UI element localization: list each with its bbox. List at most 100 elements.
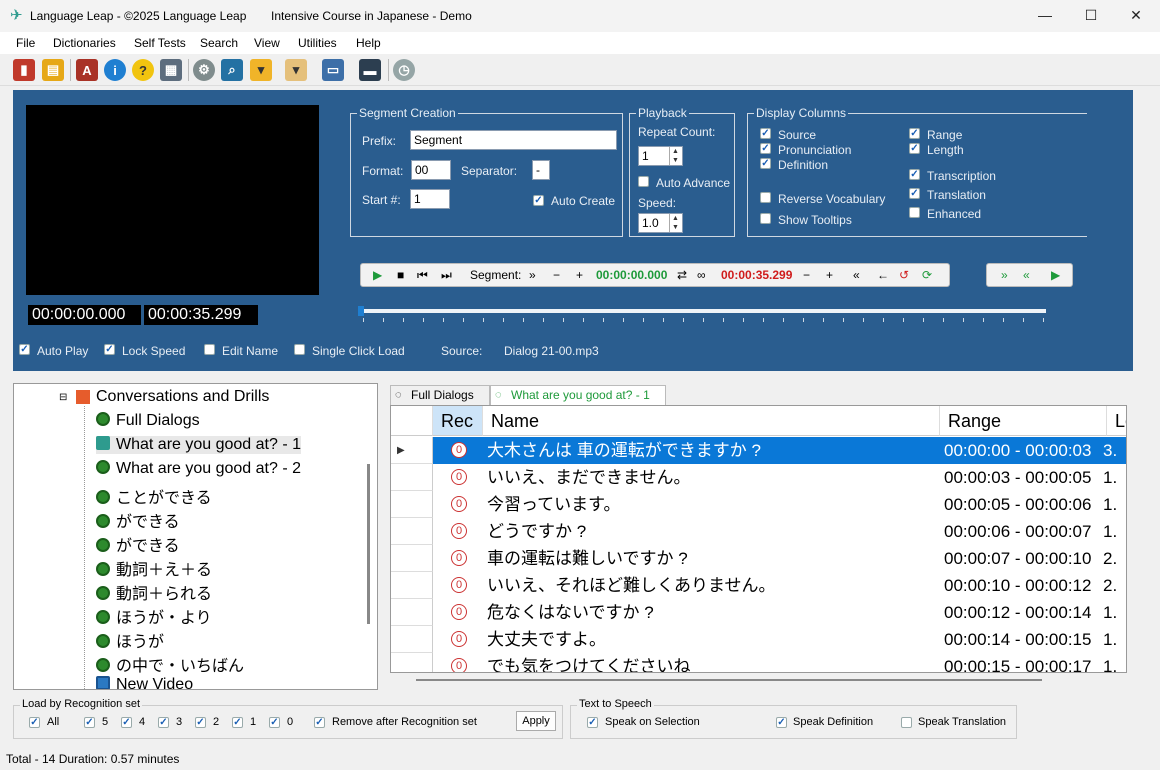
- tree-item[interactable]: ことができる: [96, 484, 212, 508]
- recognition-level-checkbox[interactable]: ✓: [84, 717, 95, 728]
- table-row[interactable]: 0 車の運転は難しいですか ? 00:00:07 - 00:00:10 2.: [391, 545, 1126, 572]
- close-button[interactable]: ✕: [1113, 0, 1159, 30]
- start-number-input[interactable]: 1: [410, 189, 450, 209]
- enhanced-checkbox[interactable]: [909, 207, 920, 218]
- grid-horizontal-scrollbar[interactable]: [416, 679, 1042, 681]
- reverse-vocabulary-checkbox[interactable]: [760, 192, 771, 203]
- search-window-icon[interactable]: ⌕: [221, 59, 243, 81]
- table-row[interactable]: 0 いいえ、それほど難しくありません。 00:00:10 - 00:00:12 2.: [391, 572, 1126, 599]
- screen-icon[interactable]: ▬: [359, 59, 381, 81]
- segment-end-minus-icon[interactable]: −: [803, 268, 810, 282]
- recognition-level-checkbox[interactable]: ✓: [232, 717, 243, 728]
- tree-root-conversations[interactable]: Conversations and Drills: [96, 388, 269, 406]
- row-selector[interactable]: [391, 626, 433, 653]
- table-row[interactable]: 0 今習っています。 00:00:05 - 00:00:06 1.: [391, 491, 1126, 518]
- definition-checkbox[interactable]: ✓: [760, 158, 771, 169]
- speak-definition-checkbox[interactable]: ✓: [776, 717, 787, 728]
- maximize-button[interactable]: ☐: [1068, 0, 1114, 30]
- tree-item[interactable]: What are you good at? - 1: [96, 436, 301, 454]
- recognition-badge[interactable]: 0: [451, 523, 467, 539]
- speed-spinner-icon[interactable]: ▲ ▼: [669, 214, 681, 232]
- table-row[interactable]: 0 でも気をつけてくださいね 00:00:15 - 00:00:17 1.: [391, 653, 1126, 672]
- tree-item[interactable]: 動詞＋られる: [96, 580, 212, 604]
- speed-stepper[interactable]: 1.0 ▲ ▼: [638, 213, 683, 233]
- source-checkbox[interactable]: ✓: [760, 128, 771, 139]
- repeat-count-spinner-icon[interactable]: ▲ ▼: [669, 147, 681, 165]
- dictionary-icon[interactable]: A: [76, 59, 98, 81]
- row-selector[interactable]: [391, 572, 433, 599]
- menu-file[interactable]: File: [16, 36, 35, 50]
- pronunciation-checkbox[interactable]: ✓: [760, 143, 771, 154]
- recognition-badge[interactable]: 0: [451, 550, 467, 566]
- tree-icon[interactable]: ▤: [42, 59, 64, 81]
- tree-item[interactable]: の中で・いちばん: [96, 652, 244, 676]
- recognition-level-checkbox[interactable]: ✓: [269, 717, 280, 728]
- rewind-icon[interactable]: «: [853, 268, 860, 282]
- recognition-badge[interactable]: 0: [451, 604, 467, 620]
- column-rec[interactable]: Rec: [433, 406, 483, 436]
- tab-full-dialogs[interactable]: Full Dialogs: [390, 385, 490, 405]
- speak-translation-checkbox[interactable]: [901, 717, 912, 728]
- minimize-button[interactable]: —: [1022, 0, 1068, 30]
- recognition-level-checkbox[interactable]: ✓: [121, 717, 132, 728]
- tree-item[interactable]: What are you good at? - 2: [96, 460, 301, 478]
- speak-selection-checkbox[interactable]: ✓: [587, 717, 598, 728]
- row-selector[interactable]: [391, 491, 433, 518]
- apply-button[interactable]: Apply: [516, 711, 556, 731]
- recognition-badge[interactable]: 0: [451, 496, 467, 512]
- recognition-badge[interactable]: 0: [451, 469, 467, 485]
- segment-end-plus-icon[interactable]: +: [826, 268, 833, 282]
- single-click-load-checkbox[interactable]: [294, 344, 305, 355]
- position-slider[interactable]: [361, 309, 1046, 313]
- range-checkbox[interactable]: ✓: [909, 128, 920, 139]
- row-selector[interactable]: [391, 518, 433, 545]
- settings-icon[interactable]: ⚙: [193, 59, 215, 81]
- recognition-level-checkbox[interactable]: ✓: [158, 717, 169, 728]
- link-icon[interactable]: ⇄: [677, 268, 687, 282]
- column-length[interactable]: Le: [1107, 406, 1126, 436]
- separator-input[interactable]: -: [532, 160, 550, 180]
- column-range[interactable]: Range: [940, 406, 1107, 436]
- reset-icon[interactable]: ↺: [899, 268, 909, 282]
- lock-speed-checkbox[interactable]: ✓: [104, 344, 115, 355]
- auto-play-checkbox[interactable]: ✓: [19, 344, 30, 355]
- play-icon[interactable]: ▶: [373, 268, 382, 282]
- edit-name-checkbox[interactable]: [204, 344, 215, 355]
- tree-item[interactable]: Full Dialogs: [96, 412, 200, 430]
- format-input[interactable]: 00: [411, 160, 451, 180]
- tab-what-are-you-good-at-1[interactable]: What are you good at? - 1: [490, 385, 666, 405]
- table-row[interactable]: 0 どうですか ? 00:00:06 - 00:00:07 1.: [391, 518, 1126, 545]
- menu-help[interactable]: Help: [356, 36, 381, 50]
- auto-advance-checkbox[interactable]: [638, 176, 649, 187]
- recognition-badge[interactable]: 0: [451, 577, 467, 593]
- timer-icon[interactable]: ◷: [393, 59, 415, 81]
- transcription-checkbox[interactable]: ✓: [909, 169, 920, 180]
- loop-icon[interactable]: ∞: [697, 268, 706, 282]
- tree-item[interactable]: ほうが・より: [96, 604, 212, 628]
- collapse-icon[interactable]: ⊟: [59, 392, 67, 403]
- length-checkbox[interactable]: ✓: [909, 143, 920, 154]
- table-row[interactable]: 0 いいえ、まだできません。 00:00:03 - 00:00:05 1.: [391, 464, 1126, 491]
- auto-create-checkbox[interactable]: ✓: [533, 195, 544, 206]
- column-name[interactable]: Name: [483, 406, 940, 436]
- row-selector[interactable]: [391, 545, 433, 572]
- recognition-badge[interactable]: 0: [451, 631, 467, 647]
- tree-item[interactable]: 動詞＋え＋る: [96, 556, 212, 580]
- show-tooltips-checkbox[interactable]: [760, 213, 771, 224]
- row-selector[interactable]: [391, 599, 433, 626]
- translation-checkbox[interactable]: ✓: [909, 188, 920, 199]
- folder-icon[interactable]: ▾: [250, 59, 272, 81]
- recognition-all-checkbox[interactable]: ✓: [29, 717, 40, 728]
- calendar-icon[interactable]: ▦: [160, 59, 182, 81]
- segment-start-plus-icon[interactable]: +: [576, 268, 583, 282]
- table-row[interactable]: 0 危なくはないですか ? 00:00:12 - 00:00:14 1.: [391, 599, 1126, 626]
- next-icon[interactable]: »: [1001, 268, 1008, 282]
- table-row[interactable]: ▶ 0 大木さんは 車の運転ができますか ? 00:00:00 - 00:00:03 3…: [391, 437, 1126, 464]
- tree-item[interactable]: ができる: [96, 508, 180, 532]
- back-arrow-icon[interactable]: ←: [877, 268, 889, 282]
- previous-icon[interactable]: «: [1023, 268, 1030, 282]
- recognition-level-checkbox[interactable]: ✓: [195, 717, 206, 728]
- recognition-badge[interactable]: 0: [451, 658, 467, 672]
- menu-view[interactable]: View: [254, 36, 280, 50]
- tree-item[interactable]: ほうが: [96, 628, 164, 652]
